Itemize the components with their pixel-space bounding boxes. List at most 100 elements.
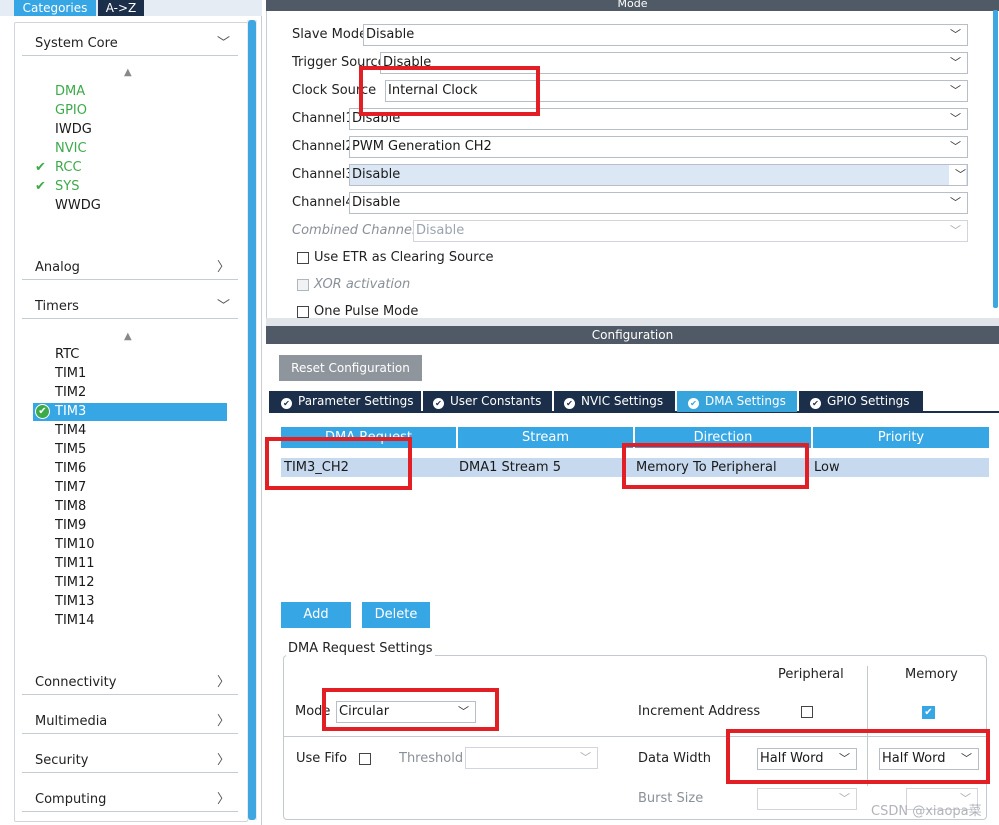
tree-item-tim4[interactable]: TIM4: [55, 421, 86, 440]
tree-item-tim9[interactable]: TIM9: [55, 516, 86, 535]
column-stream[interactable]: Stream: [458, 427, 633, 448]
tab-nvic-settings[interactable]: ✔ NVIC Settings: [554, 391, 675, 412]
increment-peripheral-checkbox[interactable]: [801, 706, 813, 718]
tree-item-tim6[interactable]: TIM6: [55, 459, 86, 478]
chevron-right-icon: 〉: [216, 714, 230, 729]
chevron-down-icon: ﹀: [950, 224, 961, 237]
threshold-select: ﹀: [465, 747, 598, 769]
category-timers[interactable]: Timers ﹀: [22, 295, 238, 319]
channel4-label: Channel4: [292, 195, 354, 210]
check-circle-icon: ✔: [281, 398, 292, 409]
select-value: Disable: [366, 27, 415, 42]
tab-gpio-settings[interactable]: ✔ GPIO Settings: [799, 391, 923, 412]
data-width-label: Data Width: [638, 751, 711, 766]
channel3-select[interactable]: Disable ﹀: [349, 164, 968, 186]
one-pulse-checkbox[interactable]: [297, 306, 309, 318]
tree-item-rcc[interactable]: ✔ RCC: [35, 158, 82, 177]
scroll-up-icon[interactable]: ▲: [124, 67, 132, 78]
tab-parameter-settings[interactable]: ✔ Parameter Settings: [269, 391, 421, 412]
xor-activation-checkbox: [297, 279, 309, 291]
select-value: Disable: [352, 167, 401, 182]
tab-user-constants[interactable]: ✔ User Constants: [423, 391, 552, 412]
category-security[interactable]: Security 〉: [22, 749, 238, 773]
cell-stream[interactable]: DMA1 Stream 5: [456, 458, 635, 477]
chevron-down-icon: ﹀: [216, 299, 230, 314]
tree-item-tim8[interactable]: TIM8: [55, 497, 86, 516]
annotation-box-clock-source: [359, 66, 540, 116]
peripheral-burst-select: ﹀: [757, 788, 857, 810]
check-circle-icon: ✔: [35, 404, 50, 419]
tree-item-tim13[interactable]: TIM13: [55, 592, 95, 611]
category-multimedia[interactable]: Multimedia 〉: [22, 710, 238, 734]
category-system-core[interactable]: System Core ﹀: [22, 32, 238, 56]
mode-scrollbar-thumb[interactable]: [993, 10, 998, 308]
tree-item-tim1[interactable]: TIM1: [55, 364, 86, 383]
category-computing[interactable]: Computing 〉: [22, 788, 238, 812]
dma-request-settings-legend: DMA Request Settings: [286, 641, 435, 656]
tree-item-sys[interactable]: ✔ SYS: [35, 177, 80, 196]
peripheral-label: Peripheral: [778, 667, 844, 682]
cell-priority[interactable]: Low: [811, 458, 989, 477]
tab-categories[interactable]: Categories: [14, 0, 96, 16]
tree-item-tim7[interactable]: TIM7: [55, 478, 86, 497]
slave-mode-select[interactable]: Disable ﹀: [363, 24, 968, 46]
tab-label: User Constants: [450, 394, 542, 408]
category-connectivity[interactable]: Connectivity 〉: [22, 671, 238, 695]
category-label: System Core: [35, 36, 118, 51]
configuration-header: Configuration: [266, 326, 999, 344]
check-circle-icon: ✔: [688, 398, 699, 409]
check-circle-icon: ✔: [564, 398, 575, 409]
use-fifo-checkbox[interactable]: [359, 753, 371, 765]
tree-item-iwdg[interactable]: IWDG: [55, 120, 92, 139]
tree-item-tim10[interactable]: TIM10: [55, 535, 95, 554]
memory-label: Memory: [905, 667, 958, 682]
one-pulse-label: One Pulse Mode: [314, 304, 419, 319]
tree-item-dma[interactable]: DMA: [55, 82, 85, 101]
tab-label: DMA Settings: [705, 394, 786, 408]
xor-activation-label: XOR activation: [314, 277, 411, 292]
chevron-down-icon: ﹀: [950, 28, 961, 41]
combined-channels-label: Combined Channels: [292, 223, 423, 238]
use-etr-checkbox[interactable]: [297, 252, 309, 264]
mode-panel: [266, 0, 999, 318]
left-scrollbar-thumb[interactable]: [248, 20, 256, 820]
tree-item-tim12[interactable]: TIM12: [55, 573, 95, 592]
reset-configuration-button[interactable]: Reset Configuration: [279, 355, 422, 381]
column-priority[interactable]: Priority: [813, 427, 989, 448]
category-label: Analog: [35, 260, 80, 275]
delete-button[interactable]: Delete: [362, 602, 430, 628]
chevron-right-icon: 〉: [216, 753, 230, 768]
tree-item-label: RCC: [55, 160, 82, 175]
chevron-right-icon: 〉: [216, 260, 230, 275]
channel1-label: Channel1: [292, 111, 354, 126]
tree-item-tim14[interactable]: TIM14: [55, 611, 95, 630]
tree-item-nvic[interactable]: NVIC: [55, 139, 87, 158]
tree-item-tim3-selected[interactable]: ✔ TIM3: [33, 403, 227, 421]
splitter[interactable]: [266, 318, 999, 326]
add-button[interactable]: Add: [281, 602, 351, 628]
channel4-select[interactable]: Disable ﹀: [349, 192, 968, 214]
select-value: PWM Generation CH2: [352, 139, 492, 154]
tree-item-tim2[interactable]: TIM2: [55, 383, 86, 402]
channel2-label: Channel2: [292, 139, 354, 154]
tab-a-z[interactable]: A->Z: [98, 0, 144, 16]
chevron-down-icon: ﹀: [950, 196, 961, 209]
channel2-select[interactable]: PWM Generation CH2 ﹀: [349, 136, 968, 158]
tree-item-tim5[interactable]: TIM5: [55, 440, 86, 459]
category-label: Timers: [35, 299, 79, 314]
chevron-right-icon: 〉: [216, 792, 230, 807]
threshold-label: Threshold: [399, 751, 464, 766]
tree-item-label: SYS: [55, 179, 80, 194]
tree-item-gpio[interactable]: GPIO: [55, 101, 87, 120]
scroll-up-icon[interactable]: ▲: [124, 331, 132, 342]
tree-item-wwdg[interactable]: WWDG: [55, 196, 101, 215]
category-label: Computing: [35, 792, 107, 807]
tree-item-tim11[interactable]: TIM11: [55, 554, 95, 573]
category-analog[interactable]: Analog 〉: [22, 256, 238, 280]
chevron-down-icon: ﹀: [950, 84, 961, 97]
check-icon: ✔: [924, 707, 933, 718]
tree-item-rtc[interactable]: RTC: [55, 345, 79, 364]
tab-dma-settings[interactable]: ✔ DMA Settings: [677, 391, 797, 412]
check-icon: ✔: [35, 179, 46, 194]
increment-memory-checkbox[interactable]: ✔: [922, 706, 935, 719]
